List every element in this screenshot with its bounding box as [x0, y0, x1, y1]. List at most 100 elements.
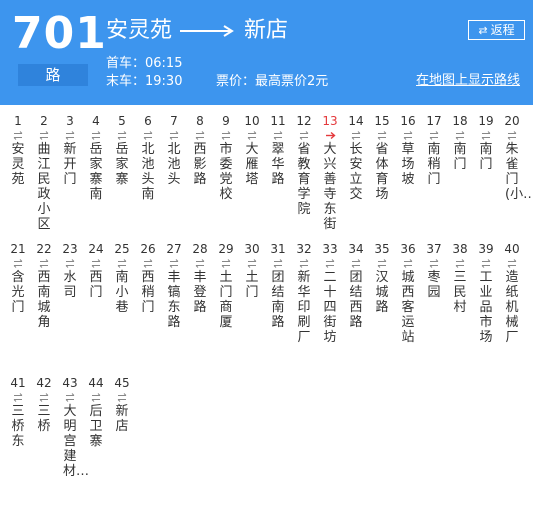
stop-item[interactable]: 27 丰镐东路 — [162, 241, 186, 330]
stop-name: 含光门 — [11, 270, 25, 315]
stop-item[interactable]: 15 省体育场 — [370, 113, 394, 202]
stop-name: 团结西路 — [349, 270, 363, 330]
stop-item[interactable]: 24 西门 — [84, 241, 108, 300]
stop-number: 38 — [452, 242, 468, 256]
stop-item[interactable]: 16 草场坡 — [396, 113, 420, 187]
stop-item[interactable]: 36 城西客运站 — [396, 241, 420, 345]
stop-item[interactable]: 39 工业品市场 — [474, 241, 498, 345]
stop-name: 新华印刷厂 — [297, 270, 311, 345]
stop-name: 西门 — [89, 270, 103, 300]
stop-number: 44 — [88, 376, 104, 390]
stop-number: 17 — [426, 114, 442, 128]
stop-number: 18 — [452, 114, 468, 128]
stop-item[interactable]: 8 西影路 — [188, 113, 212, 187]
stop-name: 新开门 — [63, 142, 77, 187]
bidirectional-arrow-icon — [195, 131, 205, 140]
stop-item[interactable]: 22 西南城角 — [32, 241, 56, 330]
stop-item[interactable]: 41 三桥东 — [6, 375, 30, 449]
bidirectional-arrow-icon — [13, 131, 23, 140]
stop-item[interactable]: 14 长安立交 — [344, 113, 368, 202]
stop-item[interactable]: 20 朱雀门(小… — [500, 113, 533, 202]
stop-number: 22 — [36, 242, 52, 256]
stop-name: 南稍门 — [427, 142, 441, 187]
stop-item[interactable]: 29 土门商厦 — [214, 241, 238, 330]
stop-name: 三民村 — [453, 270, 467, 315]
bidirectional-arrow-icon — [91, 393, 101, 402]
stop-item[interactable]: 21 含光门 — [6, 241, 30, 315]
stop-item[interactable]: 28 丰登路 — [188, 241, 212, 315]
stop-item[interactable]: 2 曲江民政小区 — [32, 113, 56, 232]
stop-item[interactable]: 1 安灵苑 — [6, 113, 30, 187]
stop-name: 大明宫建材… — [63, 404, 90, 479]
stop-item[interactable]: 44 后卫寨 — [84, 375, 108, 449]
return-trip-button[interactable]: ⇄ 返程 — [468, 20, 525, 40]
stop-item[interactable]: 6 北池头南 — [136, 113, 160, 202]
stop-number: 9 — [222, 114, 230, 128]
show-route-on-map-link[interactable]: 在地图上显示路线 — [416, 72, 520, 90]
stop-name: 城西客运站 — [401, 270, 415, 345]
stop-item[interactable]: 17 南稍门 — [422, 113, 446, 187]
arrow-right-icon — [180, 25, 234, 37]
stop-number: 2 — [40, 114, 48, 128]
stop-list: 1 安灵苑 2 曲江民政小区 3 新开门 4 岳家寨南 5 岳家寨 6 北池头南 7 北池头 8 西影路 9 市委… — [0, 105, 533, 512]
stop-item[interactable]: 34 团结西路 — [344, 241, 368, 330]
stop-item[interactable]: 37 枣园 — [422, 241, 446, 300]
bidirectional-arrow-icon — [143, 131, 153, 140]
stop-name: 新店 — [115, 404, 129, 434]
stop-item[interactable]: 13 大兴善寺东街 — [318, 113, 342, 232]
bidirectional-arrow-icon — [247, 259, 257, 268]
stop-number: 3 — [66, 114, 74, 128]
bidirectional-arrow-icon — [403, 259, 413, 268]
bidirectional-arrow-icon — [65, 393, 75, 402]
stop-item[interactable]: 45 新店 — [110, 375, 134, 434]
stop-number: 25 — [114, 242, 130, 256]
stop-item[interactable]: 26 西稍门 — [136, 241, 160, 315]
stop-item[interactable]: 31 团结南路 — [266, 241, 290, 330]
stop-number: 41 — [10, 376, 26, 390]
stop-name: 省体育场 — [375, 142, 389, 202]
bidirectional-arrow-icon — [429, 259, 439, 268]
stop-item[interactable]: 40 造纸机械厂 — [500, 241, 524, 345]
stop-number: 19 — [478, 114, 494, 128]
stop-item[interactable]: 18 南门 — [448, 113, 472, 172]
stop-item[interactable]: 11 翠华路 — [266, 113, 290, 187]
stop-number: 28 — [192, 242, 208, 256]
stop-name: 岳家寨南 — [89, 142, 103, 202]
stop-item[interactable]: 32 新华印刷厂 — [292, 241, 316, 345]
stop-item[interactable]: 19 南门 — [474, 113, 498, 172]
stop-name: 南门 — [453, 142, 467, 172]
stop-number: 32 — [296, 242, 312, 256]
stop-item[interactable]: 10 大雁塔 — [240, 113, 264, 187]
stop-item[interactable]: 7 北池头 — [162, 113, 186, 187]
stop-item[interactable]: 33 二十四街坊 — [318, 241, 342, 345]
stop-item[interactable]: 43 大明宫建材… — [58, 375, 90, 479]
bidirectional-arrow-icon — [91, 131, 101, 140]
stop-item[interactable]: 5 岳家寨 — [110, 113, 134, 187]
bidirectional-arrow-icon — [13, 259, 23, 268]
bidirectional-arrow-icon — [377, 259, 387, 268]
stop-number: 27 — [166, 242, 182, 256]
stop-item[interactable]: 42 三桥 — [32, 375, 56, 434]
stop-item[interactable]: 23 水司 — [58, 241, 82, 300]
swap-icon: ⇄ — [478, 24, 488, 37]
bidirectional-arrow-icon — [91, 259, 101, 268]
stop-name: 工业品市场 — [479, 270, 493, 345]
stop-item[interactable]: 35 汉城路 — [370, 241, 394, 315]
stop-name: 西南城角 — [37, 270, 51, 330]
stop-number: 5 — [118, 114, 126, 128]
bidirectional-arrow-icon — [455, 259, 465, 268]
bidirectional-arrow-icon — [117, 393, 127, 402]
stop-item[interactable]: 9 市委党校 — [214, 113, 238, 202]
stop-number: 20 — [504, 114, 520, 128]
route-suffix-badge: 路 — [18, 64, 88, 86]
stop-item[interactable]: 3 新开门 — [58, 113, 82, 187]
stop-item[interactable]: 38 三民村 — [448, 241, 472, 315]
stop-item[interactable]: 12 省教育学院 — [292, 113, 316, 217]
bidirectional-arrow-icon — [351, 259, 361, 268]
stop-item[interactable]: 30 土门 — [240, 241, 264, 300]
stop-name: 长安立交 — [349, 142, 363, 202]
stop-number: 16 — [400, 114, 416, 128]
stop-name: 北池头南 — [141, 142, 155, 202]
stop-item[interactable]: 25 南小巷 — [110, 241, 134, 315]
stop-item[interactable]: 4 岳家寨南 — [84, 113, 108, 202]
